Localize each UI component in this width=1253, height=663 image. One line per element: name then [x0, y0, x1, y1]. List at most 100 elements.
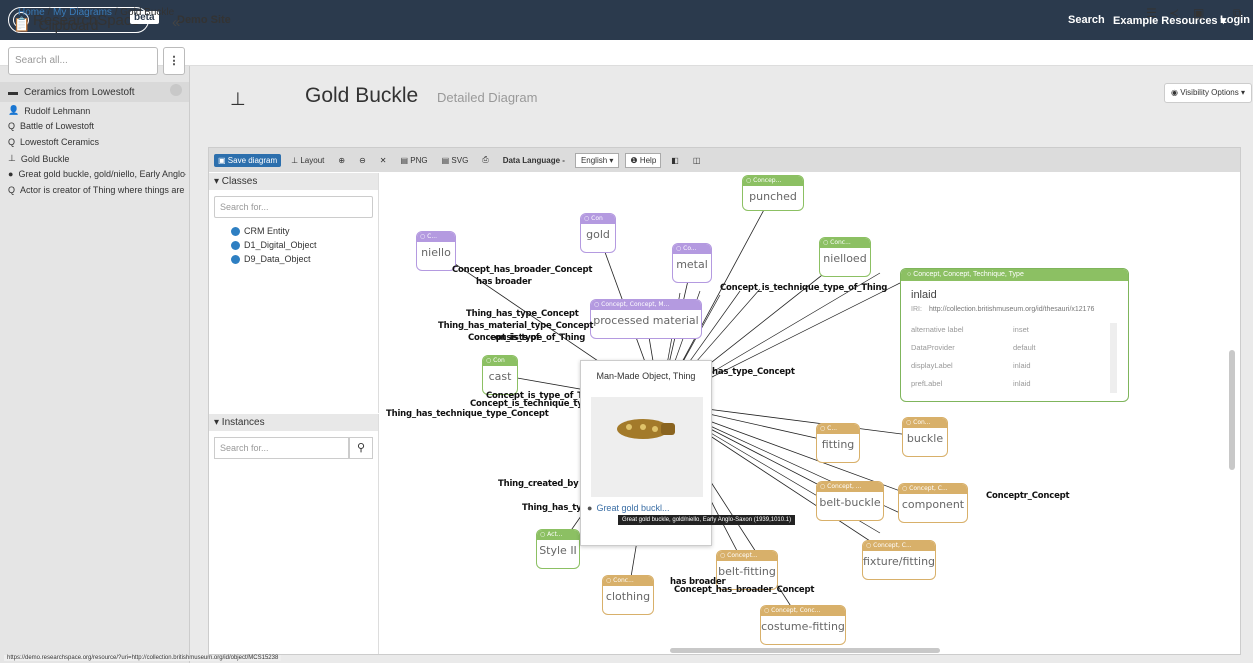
node-label: belt-buckle	[819, 496, 881, 509]
node-header: ○ Act...	[537, 530, 579, 540]
help-label: Help	[639, 155, 657, 165]
collection-badge	[170, 84, 182, 96]
left-panel-toggle-icon[interactable]: ◧	[667, 154, 683, 167]
graph-node[interactable]: ○ Concept, C... component	[898, 483, 968, 523]
node-header: ○ Concep...	[743, 176, 803, 186]
node-label: gold	[586, 228, 610, 241]
horizontal-scrollbar[interactable]	[670, 648, 940, 653]
status-bar-url: https://demo.researchspace.org/resource/…	[4, 655, 282, 661]
edge-label: Concept_is_technique_type_of_Thing	[720, 283, 888, 293]
nav-search-link[interactable]: Search	[1068, 14, 1105, 26]
site-name[interactable]: Demo Site	[177, 14, 231, 26]
export-svg-label: SVG	[451, 155, 469, 165]
search-icon[interactable]: ⚲	[349, 437, 373, 459]
graph-node[interactable]: ○ Co... metal	[672, 243, 712, 283]
clipboard-item[interactable]: ⊥ Gold Buckle	[8, 153, 186, 164]
iri-value[interactable]: http://collection.britishmuseum.org/id/t…	[929, 306, 1094, 313]
graph-node[interactable]: ○ C... fitting	[816, 423, 860, 463]
export-svg-button[interactable]: ▤ SVG	[438, 154, 473, 167]
buckle-thumbnail	[591, 397, 703, 497]
instances-panel: ▾ Instances Search for... ⚲	[209, 414, 379, 654]
node-label: nielloed	[823, 252, 867, 265]
diagram-icon: ⊥	[230, 89, 246, 109]
popup-entity-link[interactable]: ● Great gold buckl...	[587, 503, 669, 513]
graph-node[interactable]: ○ Concep... punched	[742, 175, 804, 211]
node-label: Style II	[539, 544, 577, 557]
edge-label: Thing_has_material_type_Concept	[438, 321, 594, 331]
graph-canvas[interactable]: ○ Concep... punched ○ Con gold ○ C... niello ○…	[380, 173, 1240, 654]
class-tree-item[interactable]: D1_Digital_Object	[209, 238, 378, 252]
node-header: ○ Concept, Concept, M...	[591, 300, 701, 310]
export-png-button[interactable]: ▤ PNG	[396, 154, 431, 167]
clipboard-title: Clipboard	[38, 16, 99, 33]
edge-label: has_type_Concept	[712, 367, 795, 377]
graph-node[interactable]: ○ Concept, C... fixture/fitting	[862, 540, 936, 580]
list-view-icon[interactable]: ☰	[1146, 6, 1157, 20]
graph-node[interactable]: ○ C... niello	[416, 231, 456, 271]
graph-node[interactable]: ○ Con cast	[482, 355, 518, 395]
copy-icon[interactable]: ⧉	[1233, 6, 1242, 21]
dot-icon: ●	[587, 503, 593, 513]
person-icon: 👤	[8, 105, 20, 115]
clipboard-search-input[interactable]: Search all...	[8, 47, 158, 75]
card-scrollbar[interactable]	[1110, 323, 1117, 393]
node-label: component	[901, 498, 965, 511]
popup-type-label: Man-Made Object, Thing	[596, 371, 696, 381]
class-icon	[231, 254, 240, 264]
clipboard-item-label: Lowestoft Ceramics	[20, 137, 100, 147]
clipboard-item-label: Actor is creator of Thing where things a…	[20, 185, 185, 195]
clipboard-item[interactable]: 👤 Rudolf Lehmann	[8, 105, 186, 116]
class-label: CRM Entity	[244, 226, 290, 236]
class-tree-item[interactable]: D9_Data_Object	[209, 252, 378, 266]
clipboard-item[interactable]: Q Lowestoft Ceramics	[8, 137, 186, 147]
more-options-button[interactable]: ⋮	[163, 47, 185, 75]
class-icon	[231, 226, 240, 236]
property-key: DataProvider	[911, 343, 955, 352]
vertical-scrollbar[interactable]	[1229, 350, 1235, 470]
graph-node[interactable]: ○ Concept, Concept, M... processed materi…	[590, 299, 702, 339]
inlaid-detail-card[interactable]: ○ Concept, Concept, Technique, Type inla…	[900, 268, 1129, 402]
collection-label: Ceramics from Lowestoft	[24, 86, 135, 98]
instances-search-input[interactable]: Search for...	[214, 437, 349, 459]
classes-search-input[interactable]: Search for...	[214, 196, 373, 218]
clipboard-item-label: Gold Buckle	[20, 153, 70, 164]
collection-folder[interactable]: ▬ Ceramics from Lowestoft	[0, 82, 189, 102]
share-icon[interactable]: ≺	[1169, 6, 1179, 20]
node-header: ○ C...	[817, 424, 859, 434]
help-button[interactable]: ❶ Help	[625, 152, 662, 168]
right-panel-toggle-icon[interactable]: ◫	[689, 154, 705, 167]
clipboard-item-label: Battle of Lowestoft	[20, 121, 95, 131]
diagram-icon: ⊥	[8, 153, 16, 163]
graph-node[interactable]: ○ Con gold	[580, 213, 616, 253]
graph-node[interactable]: ○ Con... buckle	[902, 417, 948, 457]
graph-node[interactable]: ○ Conc... nielloed	[819, 237, 871, 277]
visibility-options-button[interactable]: ◉ Visibility Options ▾	[1164, 83, 1252, 103]
graph-node[interactable]: ○ Concept, ... belt-buckle	[816, 481, 884, 521]
print-icon[interactable]: ⎙	[478, 153, 492, 167]
graph-node[interactable]: ○ Concept, Conc... costume-fitting	[760, 605, 846, 645]
class-tree-item[interactable]: CRM Entity	[209, 224, 378, 238]
dot-icon: ●	[8, 169, 14, 179]
edge-label: Concept_has_broader_Concept	[674, 585, 815, 595]
property-key: prefLabel	[911, 379, 943, 388]
class-label: D9_Data_Object	[244, 254, 311, 264]
node-label: processed material	[593, 314, 699, 327]
clipboard-item[interactable]: Q Actor is creator of Thing where things …	[8, 185, 186, 195]
collapse-sidebar-button[interactable]: «	[172, 14, 180, 31]
clipboard-item[interactable]: ● Great gold buckle, gold/niello, Early A…	[8, 169, 186, 179]
layout-button[interactable]: ⊥ Layout	[287, 154, 328, 167]
instances-header[interactable]: ▾ Instances	[209, 414, 378, 431]
clipboard-item[interactable]: Q Battle of Lowestoft	[8, 121, 186, 131]
fit-to-screen-icon[interactable]: ✕	[376, 154, 391, 167]
image-icon: ▤	[400, 155, 411, 165]
fullscreen-icon[interactable]: ▣	[1193, 6, 1204, 20]
classes-header[interactable]: ▾ Classes	[209, 173, 378, 190]
graph-node[interactable]: ○ Act... Style II	[536, 529, 580, 569]
data-language-select[interactable]: English ▾	[574, 152, 620, 168]
clipboard-icon: 📋	[13, 16, 31, 32]
zoom-out-icon[interactable]: ⊖	[355, 154, 370, 167]
zoom-in-icon[interactable]: ⊕	[334, 154, 349, 167]
node-header: ○ Con	[483, 356, 517, 366]
graph-node[interactable]: ○ Conc... clothing	[602, 575, 654, 615]
save-diagram-button[interactable]: ▣ Save diagram	[214, 153, 282, 167]
